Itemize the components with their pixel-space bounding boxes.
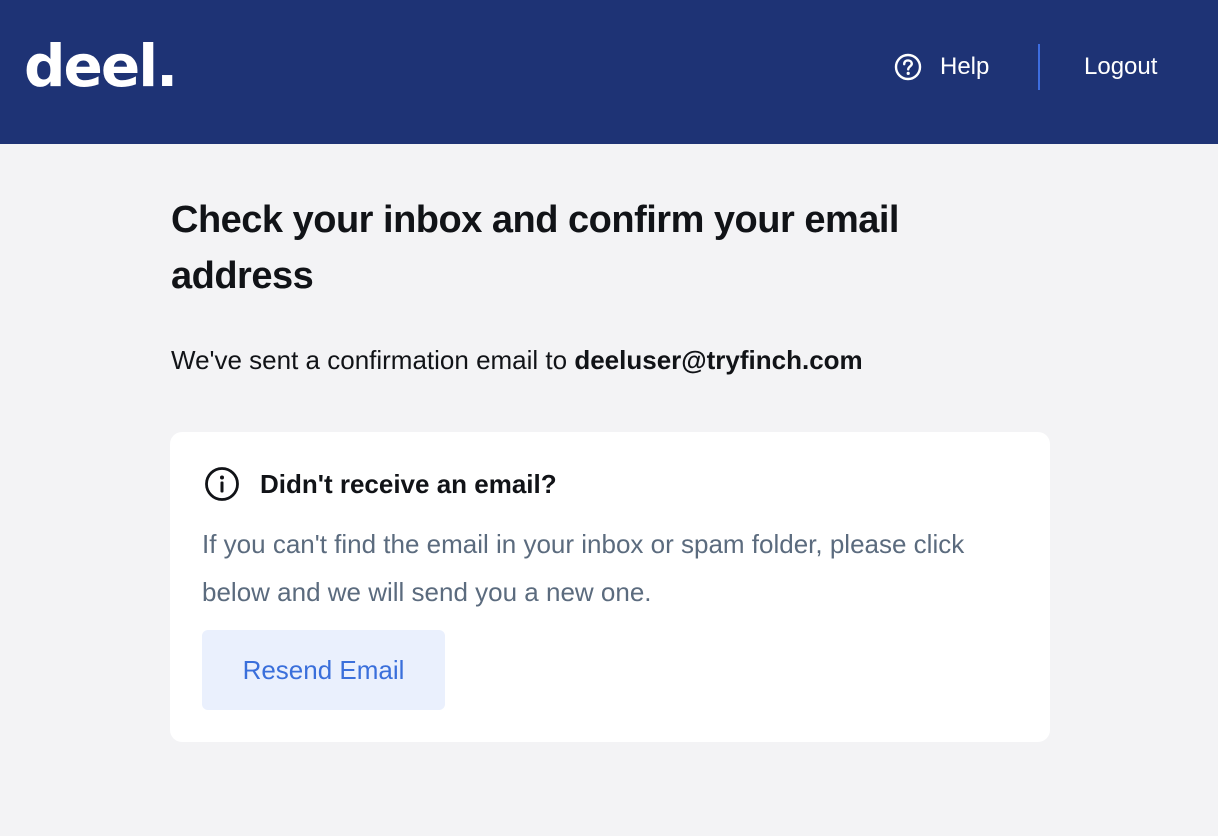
logout-button[interactable]: Logout	[1084, 50, 1157, 84]
confirmation-prefix: We've sent a confirmation email to	[171, 345, 575, 375]
resend-email-button[interactable]: Resend Email	[202, 630, 445, 710]
deel-logo[interactable]: deel.	[24, 30, 178, 102]
page-title: Check your inbox and confirm your email …	[171, 199, 900, 297]
confirmation-message: We've sent a confirmation email to deelu…	[171, 340, 863, 380]
help-link[interactable]: Help	[894, 50, 989, 84]
card-description: If you can't find the email in your inbo…	[202, 529, 965, 607]
card-heading: Didn't receive an email?	[260, 468, 557, 499]
info-circle-icon	[205, 467, 239, 501]
help-label: Help	[940, 53, 990, 80]
user-email: deeluser@tryfinch.com	[574, 345, 863, 375]
card-header: Didn't receive an email?	[204, 466, 557, 502]
question-circle-icon	[894, 53, 922, 81]
resend-email-card: Didn't receive an email? If you can't fi…	[170, 432, 1050, 742]
top-navigation-bar: deel. Help Logout	[0, 0, 1218, 144]
header-divider	[1038, 44, 1040, 90]
